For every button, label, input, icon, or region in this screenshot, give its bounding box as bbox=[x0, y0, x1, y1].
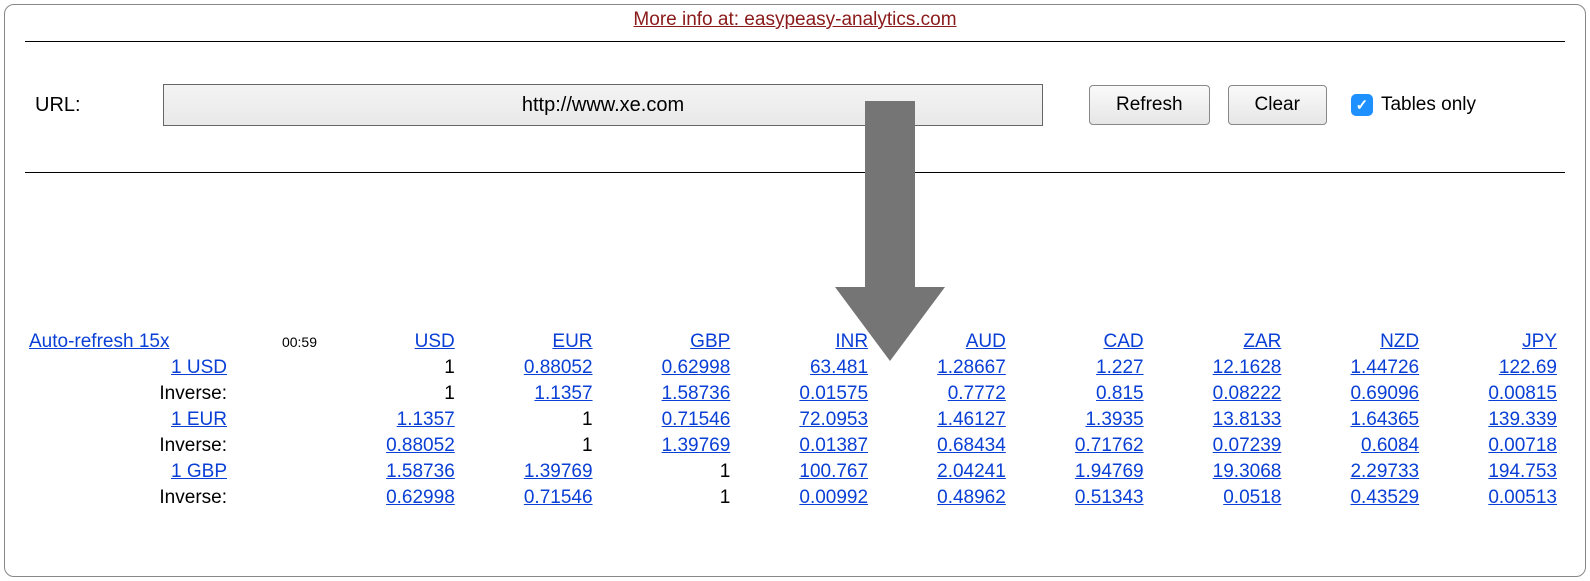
info-link[interactable]: More info at: easypeasy-analytics.com bbox=[25, 7, 1565, 37]
url-row: URL: Refresh Clear ✓ Tables only bbox=[25, 42, 1565, 168]
cell-value[interactable]: 0.43529 bbox=[1350, 487, 1419, 508]
cell-value[interactable]: 1.39769 bbox=[524, 461, 593, 482]
col-zar[interactable]: ZAR bbox=[1243, 331, 1281, 352]
cell-value[interactable]: 19.3068 bbox=[1213, 461, 1282, 482]
cell-value[interactable]: 1.64365 bbox=[1350, 409, 1419, 430]
cell-value[interactable]: 1.58736 bbox=[662, 383, 731, 404]
url-input[interactable] bbox=[163, 84, 1043, 126]
cell-value[interactable]: 139.339 bbox=[1488, 409, 1557, 430]
timer: 00:59 bbox=[282, 334, 317, 350]
tables-only-checkbox[interactable]: ✓ Tables only bbox=[1351, 94, 1476, 116]
cell-value: 1 bbox=[325, 381, 463, 407]
inverse-label: Inverse: bbox=[25, 485, 235, 511]
col-cad[interactable]: CAD bbox=[1103, 331, 1143, 352]
col-gbp[interactable]: GBP bbox=[690, 331, 730, 352]
cell-value[interactable]: 0.00992 bbox=[799, 487, 868, 508]
row-label[interactable]: 1 EUR bbox=[171, 409, 227, 430]
cell-value: 1 bbox=[463, 407, 601, 433]
cell-value[interactable]: 1.1357 bbox=[534, 383, 592, 404]
cell-value[interactable]: 0.815 bbox=[1096, 383, 1144, 404]
row-label[interactable]: 1 GBP bbox=[171, 461, 227, 482]
cell-value[interactable]: 1.58736 bbox=[386, 461, 455, 482]
col-inr[interactable]: INR bbox=[835, 331, 868, 352]
cell-value[interactable]: 100.767 bbox=[799, 461, 868, 482]
cell-value[interactable]: 1.28667 bbox=[937, 357, 1006, 378]
row-label[interactable]: 1 USD bbox=[171, 357, 227, 378]
rates-table-area: Auto-refresh 15x 00:59 USD EUR GBP INR AUD CAD… bbox=[25, 173, 1565, 511]
cell-value[interactable]: 0.01387 bbox=[799, 435, 868, 456]
cell-value[interactable]: 122.69 bbox=[1499, 357, 1557, 378]
col-usd[interactable]: USD bbox=[415, 331, 455, 352]
cell-value[interactable]: 0.88052 bbox=[386, 435, 455, 456]
cell-value: 1 bbox=[463, 433, 601, 459]
cell-value[interactable]: 0.08222 bbox=[1213, 383, 1282, 404]
cell-value[interactable]: 0.68434 bbox=[937, 435, 1006, 456]
cell-value[interactable]: 0.00815 bbox=[1488, 383, 1557, 404]
cell-value[interactable]: 72.0953 bbox=[799, 409, 868, 430]
cell-value[interactable]: 0.69096 bbox=[1350, 383, 1419, 404]
cell-value[interactable]: 0.07239 bbox=[1213, 435, 1282, 456]
cell-value[interactable]: 63.481 bbox=[810, 357, 868, 378]
cell-value[interactable]: 0.51343 bbox=[1075, 487, 1144, 508]
cell-value[interactable]: 1.227 bbox=[1096, 357, 1144, 378]
cell-value: 1 bbox=[325, 355, 463, 381]
main-panel: More info at: easypeasy-analytics.com UR… bbox=[4, 4, 1586, 577]
cell-value[interactable]: 1.1357 bbox=[397, 409, 455, 430]
cell-value[interactable]: 0.48962 bbox=[937, 487, 1006, 508]
inverse-label: Inverse: bbox=[25, 381, 235, 407]
cell-value[interactable]: 0.71546 bbox=[524, 487, 593, 508]
cell-value[interactable]: 0.6084 bbox=[1361, 435, 1419, 456]
cell-value[interactable]: 0.0518 bbox=[1223, 487, 1281, 508]
cell-value[interactable]: 0.62998 bbox=[386, 487, 455, 508]
col-nzd[interactable]: NZD bbox=[1380, 331, 1419, 352]
cell-value[interactable]: 1.46127 bbox=[937, 409, 1006, 430]
cell-value[interactable]: 2.29733 bbox=[1350, 461, 1419, 482]
cell-value[interactable]: 194.753 bbox=[1488, 461, 1557, 482]
cell-value[interactable]: 1.3935 bbox=[1085, 409, 1143, 430]
cell-value[interactable]: 0.00718 bbox=[1488, 435, 1557, 456]
rates-table: Auto-refresh 15x 00:59 USD EUR GBP INR AUD CAD… bbox=[25, 329, 1565, 511]
tables-only-label: Tables only bbox=[1381, 94, 1476, 116]
cell-value[interactable]: 0.00513 bbox=[1488, 487, 1557, 508]
col-jpy[interactable]: JPY bbox=[1522, 331, 1557, 352]
refresh-button[interactable]: Refresh bbox=[1089, 85, 1210, 125]
cell-value[interactable]: 1.39769 bbox=[662, 435, 731, 456]
col-eur[interactable]: EUR bbox=[552, 331, 592, 352]
cell-value[interactable]: 0.88052 bbox=[524, 357, 593, 378]
cell-value[interactable]: 2.04241 bbox=[937, 461, 1006, 482]
clear-button[interactable]: Clear bbox=[1228, 85, 1327, 125]
inverse-label: Inverse: bbox=[25, 433, 235, 459]
cell-value[interactable]: 1.44726 bbox=[1350, 357, 1419, 378]
cell-value: 1 bbox=[601, 459, 739, 485]
cell-value[interactable]: 0.7772 bbox=[948, 383, 1006, 404]
cell-value[interactable]: 13.8133 bbox=[1213, 409, 1282, 430]
cell-value[interactable]: 12.1628 bbox=[1213, 357, 1282, 378]
url-label: URL: bbox=[35, 94, 145, 117]
auto-refresh-link[interactable]: Auto-refresh 15x bbox=[29, 331, 169, 352]
cell-value[interactable]: 0.71762 bbox=[1075, 435, 1144, 456]
cell-value: 1 bbox=[601, 485, 739, 511]
cell-value[interactable]: 1.94769 bbox=[1075, 461, 1144, 482]
check-icon: ✓ bbox=[1351, 94, 1373, 116]
cell-value[interactable]: 0.01575 bbox=[799, 383, 868, 404]
cell-value[interactable]: 0.71546 bbox=[662, 409, 731, 430]
col-aud[interactable]: AUD bbox=[966, 331, 1006, 352]
cell-value[interactable]: 0.62998 bbox=[662, 357, 731, 378]
